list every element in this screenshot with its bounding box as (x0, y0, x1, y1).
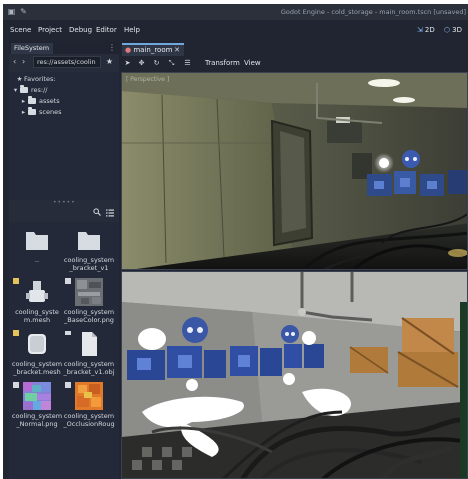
file-label: .. (34, 256, 40, 264)
menu-project[interactable]: Project (38, 26, 62, 34)
godot-editor-window: ▣ ✎ Godot Engine - cold_storage - main_r… (3, 4, 468, 479)
tab-label: main_room (133, 46, 173, 54)
image-badge-icon (13, 382, 19, 388)
dock-tab-bar: FileSystem ⋮ (9, 42, 119, 54)
window-title: Godot Engine - cold_storage - main_room.… (280, 8, 466, 16)
scene-render-bottom (122, 272, 467, 478)
file-item-parent-folder[interactable]: .. (13, 226, 61, 278)
file-label: cooling_system_bracket_v1 (63, 256, 115, 272)
image-badge-icon (65, 278, 71, 284)
viewport-3d-top[interactable]: [ Perspective ] (121, 72, 468, 270)
mesh-icon (26, 281, 48, 302)
file-item-occlusion[interactable]: cooling_system_OcclusionRoughness.png (63, 382, 115, 434)
transform-menu[interactable]: Transform (205, 59, 240, 67)
viewport-label: [ Perspective ] (126, 76, 170, 83)
close-icon[interactable]: ✕ (174, 45, 180, 55)
viewport-3d-bottom[interactable] (121, 271, 468, 479)
image-badge-icon (65, 382, 71, 388)
menu-debug[interactable]: Debug (69, 26, 92, 34)
folder-icon (20, 85, 28, 93)
mesh-badge-icon (13, 330, 19, 336)
menu-help[interactable]: Help (124, 26, 140, 34)
path-field[interactable]: res://assets/coolin (33, 56, 101, 68)
tab-filesystem[interactable]: FileSystem (11, 43, 53, 54)
file-item-normal[interactable]: cooling_system_Normal.png (11, 382, 63, 434)
rotate-tool-icon[interactable]: ↻ (152, 59, 161, 68)
mode-3d-label: 3D (452, 26, 462, 34)
list-view-icon[interactable] (106, 209, 114, 217)
scene-render-top (122, 73, 467, 269)
filesystem-dock: FileSystem ⋮ ‹ › res://assets/coolin ★ ★… (9, 42, 119, 479)
back-arrow-icon[interactable]: ‹ (13, 57, 16, 66)
folder-icon (26, 232, 48, 250)
file-label: cooling_system_bracket.mesh (11, 360, 63, 376)
mode-2d-button[interactable]: ⇲ 2D (417, 26, 435, 34)
scale-tool-icon[interactable]: ⤡ (167, 59, 176, 68)
scene-icon: ● (125, 46, 132, 54)
file-label: cooling_system.mesh (15, 308, 59, 324)
file-grid: .. cooling_system_bracket_v1 cooling_sys… (9, 222, 119, 479)
godot-logo-icon: ▣ (7, 7, 16, 16)
folder-icon (28, 96, 36, 104)
favorite-star-icon[interactable]: ★ (106, 57, 113, 66)
title-bar: ▣ ✎ Godot Engine - cold_storage - main_r… (3, 4, 468, 20)
forward-arrow-icon[interactable]: › (22, 57, 25, 66)
tree-item-label: scenes (39, 108, 62, 116)
menu-editor[interactable]: Editor (96, 26, 117, 34)
document-icon (82, 332, 97, 356)
select-tool-icon[interactable]: ➤ (123, 59, 132, 68)
tree-root-label: res:// (31, 86, 48, 94)
file-label: cooling_system_bracket_v1.obj (63, 360, 115, 376)
file-item-obj[interactable]: cooling_system_bracket_v1.obj (63, 330, 115, 382)
3d-mode-icon: ⬡ (444, 26, 451, 34)
editor-main: ● main_room ✕ ➤ ✥ ↻ ⤡ ☰ Transform View [… (120, 42, 468, 479)
file-label: cooling_system_Normal.png (11, 412, 63, 428)
move-tool-icon[interactable]: ✥ (137, 59, 146, 68)
search-icon[interactable] (93, 208, 101, 216)
mesh-badge-icon (13, 278, 19, 284)
menu-scene[interactable]: Scene (10, 26, 31, 34)
file-item-bracket-folder[interactable]: cooling_system_bracket_v1 (63, 226, 115, 278)
file-item-mesh[interactable]: cooling_system.mesh (13, 278, 61, 330)
file-item-basecolor[interactable]: cooling_system_BaseColor.png (63, 278, 115, 330)
dock-menu-icon[interactable]: ⋮ (108, 43, 116, 52)
file-badge-icon (65, 331, 71, 335)
2d-mode-icon: ⇲ (417, 26, 423, 34)
file-item-bracket-mesh[interactable]: cooling_system_bracket.mesh (11, 330, 63, 382)
viewport-toolbar: ➤ ✥ ↻ ⤡ ☰ Transform View (120, 57, 468, 70)
tree-item-scenes[interactable]: ▸ scenes (9, 107, 119, 118)
texture-thumbnail (23, 382, 51, 410)
mesh-icon (28, 334, 46, 354)
tree-root[interactable]: ▾ res:// (9, 85, 119, 96)
file-label: cooling_system_BaseColor.png (63, 308, 115, 324)
file-tree: ★ Favorites: ▾ res:// ▸ assets ▸ scenes (9, 72, 119, 200)
files-toolbar (9, 207, 119, 219)
file-label: cooling_system_OcclusionRoughness.png (63, 412, 115, 429)
scene-tab-bar: ● main_room ✕ (120, 42, 468, 56)
mode-2d-label: 2D (424, 26, 435, 34)
folder-icon (28, 107, 36, 115)
split-handle[interactable]: ••••• (53, 200, 75, 206)
tab-main-room[interactable]: ● main_room ✕ (122, 43, 184, 56)
tree-item-assets[interactable]: ▸ assets (9, 96, 119, 107)
mode-3d-button[interactable]: ⬡ 3D (444, 26, 462, 34)
list-select-icon[interactable]: ☰ (183, 59, 192, 68)
star-icon: ★ (16, 75, 23, 83)
collapse-arrow-icon[interactable]: ▸ (19, 96, 28, 107)
menu-bar: Scene Project Debug Editor Help ⇲ 2D ⬡ 3D (3, 24, 468, 38)
favorites-label: Favorites: (24, 75, 56, 83)
texture-thumbnail (75, 278, 103, 306)
path-bar: ‹ › res://assets/coolin ★ (9, 56, 119, 68)
folder-icon (78, 232, 100, 250)
tree-favorites[interactable]: ★ Favorites: (9, 74, 119, 85)
pin-icon[interactable]: ✎ (19, 7, 28, 16)
tree-item-label: assets (39, 97, 60, 105)
expand-arrow-icon[interactable]: ▾ (11, 85, 20, 96)
texture-thumbnail (75, 382, 103, 410)
collapse-arrow-icon[interactable]: ▸ (19, 107, 28, 118)
view-menu[interactable]: View (244, 59, 261, 67)
